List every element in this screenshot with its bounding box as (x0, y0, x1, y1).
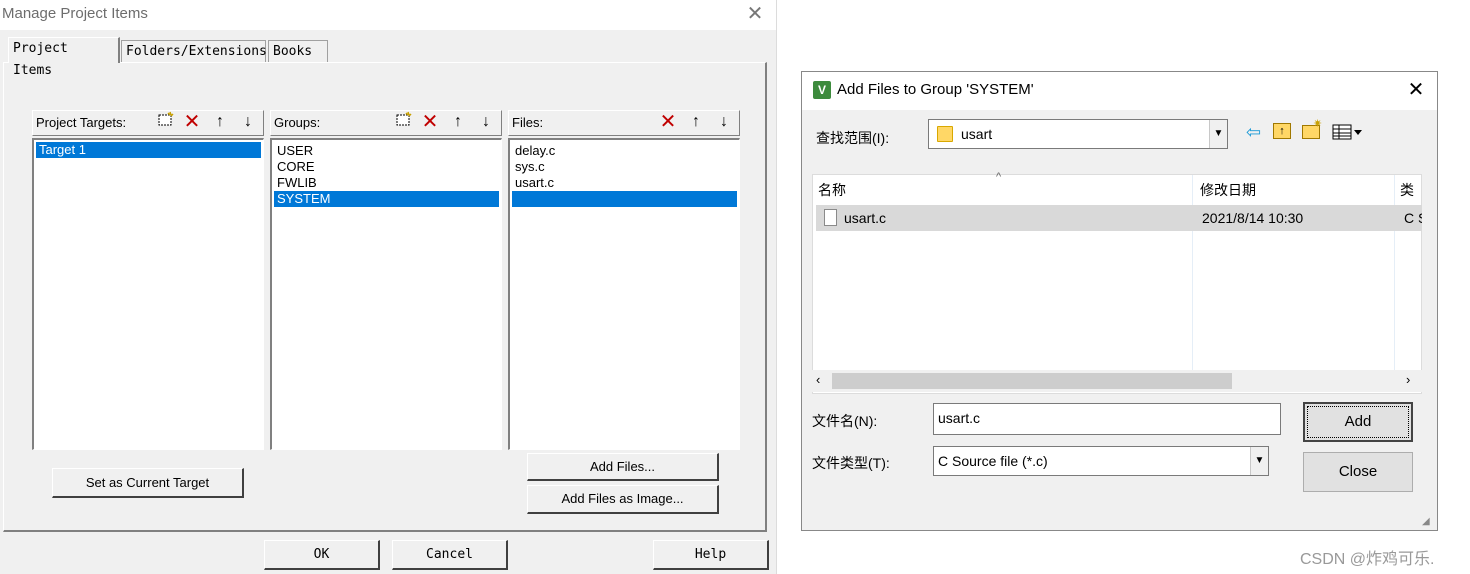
filetype-label: 文件类型(T): (812, 455, 890, 471)
look-in-label: 查找范围(I): (816, 130, 890, 146)
column-type-label: 类 (1400, 182, 1414, 198)
add-files-dialog: V Add Files to Group 'SYSTEM' ✕ 查找范围(I):… (801, 71, 1438, 531)
move-up-icon: ↑ (692, 113, 700, 130)
row-name: usart.c (844, 210, 887, 226)
list-item[interactable]: Target 1 (36, 142, 261, 158)
new-item-icon (396, 111, 412, 126)
new-group-button[interactable] (392, 111, 416, 133)
add-files-as-image-button[interactable]: Add Files as Image... (527, 485, 719, 514)
delete-group-button[interactable]: ✕ (418, 111, 442, 133)
back-icon[interactable]: ⇦ (1246, 122, 1261, 143)
look-in-combo[interactable]: usart ▼ (928, 119, 1228, 149)
watermark: CSDN @炸鸡可乐. (1300, 551, 1435, 568)
list-item[interactable]: FWLIB (274, 175, 499, 191)
new-target-button[interactable] (154, 111, 178, 133)
delete-icon: ✕ (421, 111, 439, 133)
new-item-icon (158, 111, 174, 126)
cancel-button[interactable]: Cancel (392, 540, 508, 570)
file-down-button[interactable]: ↓ (712, 111, 736, 133)
scroll-left-icon[interactable]: ‹ (816, 372, 820, 387)
column-name[interactable]: 名称 (812, 175, 1192, 205)
files-header-label: Files: (512, 115, 544, 130)
target-up-button[interactable]: ↑ (208, 111, 232, 133)
dialog-title: Add Files to Group 'SYSTEM' (837, 81, 1034, 98)
move-down-icon: ↓ (720, 113, 728, 130)
scrollbar-thumb[interactable] (832, 373, 1232, 389)
move-up-icon: ↑ (454, 113, 462, 130)
chevron-down-icon[interactable]: ▼ (1250, 447, 1268, 475)
file-icon (824, 209, 837, 226)
new-folder-icon[interactable]: ✷ (1302, 118, 1322, 139)
view-menu-icon[interactable] (1332, 124, 1366, 140)
resize-grip-icon[interactable]: ◢ (1422, 516, 1430, 527)
targets-list[interactable]: Target 1 (32, 138, 264, 450)
delete-icon: ✕ (183, 111, 201, 133)
tab-books[interactable]: Books (268, 40, 328, 62)
filename-value: usart.c (938, 410, 981, 426)
target-down-button[interactable]: ↓ (236, 111, 260, 133)
row-date: 2021/8/14 10:30 (1202, 210, 1304, 226)
group-down-button[interactable]: ↓ (474, 111, 498, 133)
column-date-label: 修改日期 (1200, 182, 1256, 198)
row-type: C S (1404, 210, 1422, 226)
column-type[interactable]: 类 (1394, 175, 1422, 205)
chevron-down-icon[interactable]: ▼ (1209, 120, 1227, 148)
look-in-value: usart (961, 126, 993, 142)
delete-target-button[interactable]: ✕ (180, 111, 204, 133)
group-up-button[interactable]: ↑ (446, 111, 470, 133)
move-down-icon: ↓ (482, 113, 490, 130)
delete-file-button[interactable]: ✕ (656, 111, 680, 133)
list-item[interactable]: USER (274, 143, 499, 159)
scroll-right-icon[interactable]: › (1406, 372, 1410, 387)
targets-header-label: Project Targets: (36, 115, 127, 130)
list-item[interactable]: CORE (274, 159, 499, 175)
dialog-title: Manage Project Items (2, 5, 148, 22)
app-icon: V (813, 81, 831, 99)
manage-project-items-dialog: Manage Project Items ✕ Project Items Fol… (0, 0, 777, 574)
tab-folders-extensions[interactable]: Folders/Extensions (121, 40, 267, 62)
move-up-icon: ↑ (216, 113, 224, 130)
filename-label: 文件名(N): (812, 413, 878, 429)
filetype-select[interactable]: C Source file (*.c) ▼ (933, 446, 1269, 476)
set-as-current-target-button[interactable]: Set as Current Target (52, 468, 244, 498)
folder-icon (937, 126, 953, 142)
delete-icon: ✕ (659, 111, 677, 133)
list-item[interactable]: SYSTEM (274, 191, 499, 207)
horizontal-scrollbar[interactable]: ‹ › (812, 370, 1422, 392)
groups-header-label: Groups: (274, 115, 321, 130)
list-item-empty-selected[interactable] (512, 191, 737, 207)
add-button[interactable]: Add (1303, 402, 1413, 442)
table-row[interactable]: usart.c 2021/8/14 10:30 C S (816, 205, 1422, 231)
close-icon[interactable]: ✕ (742, 2, 768, 26)
move-down-icon: ↓ (244, 113, 252, 130)
up-folder-icon[interactable]: ↑ (1273, 123, 1291, 139)
add-files-button[interactable]: Add Files... (527, 453, 719, 481)
list-item[interactable]: delay.c (512, 143, 737, 159)
sort-up-icon: ^ (996, 171, 1002, 183)
close-button[interactable]: Close (1303, 452, 1413, 492)
column-date[interactable]: 修改日期 (1194, 175, 1394, 205)
list-item[interactable]: sys.c (512, 159, 737, 175)
groups-list[interactable]: USER CORE FWLIB SYSTEM (270, 138, 502, 450)
ok-button[interactable]: OK (264, 540, 380, 570)
filename-input[interactable]: usart.c (933, 403, 1281, 435)
list-item[interactable]: usart.c (512, 175, 737, 191)
file-up-button[interactable]: ↑ (684, 111, 708, 133)
tab-project-items[interactable]: Project Items (8, 37, 120, 78)
help-button[interactable]: Help (653, 540, 769, 570)
files-list[interactable]: delay.c sys.c usart.c (508, 138, 740, 450)
filetype-value: C Source file (*.c) (938, 453, 1048, 469)
close-icon[interactable]: ✕ (1402, 78, 1430, 102)
column-name-label: 名称 (818, 182, 846, 198)
